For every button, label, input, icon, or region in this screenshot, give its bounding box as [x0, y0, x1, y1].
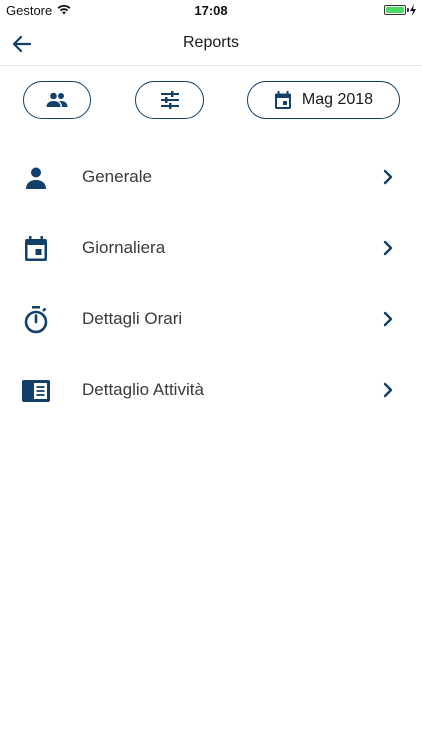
- charging-bolt-icon: [410, 4, 416, 16]
- people-icon: [46, 92, 68, 107]
- report-item-label: Dettagli Orari: [82, 309, 183, 328]
- report-item-label: Giornaliera: [82, 238, 166, 257]
- chevron-right-icon: [383, 169, 393, 185]
- battery-icon: [384, 5, 406, 15]
- person-icon: [21, 164, 51, 192]
- report-item-giornaliera[interactable]: Giornaliera: [0, 213, 422, 284]
- navigation-bar: Reports: [0, 22, 422, 66]
- clock: 17:08: [194, 3, 228, 18]
- chevron-right-icon: [383, 240, 393, 256]
- sliders-icon: [160, 91, 179, 109]
- date-picker-button[interactable]: Mag 2018: [247, 81, 400, 119]
- battery-level: [386, 7, 404, 13]
- report-list: Generale Giornaliera Dettagli Orari Dett…: [0, 142, 422, 426]
- report-item-generale[interactable]: Generale: [0, 142, 422, 213]
- report-item-label: Dettaglio Attività: [82, 380, 204, 399]
- date-label: Mag 2018: [301, 91, 374, 108]
- chevron-right-icon: [383, 382, 393, 398]
- page-title: Reports: [182, 34, 240, 51]
- report-item-dettagli-orari[interactable]: Dettagli Orari: [0, 284, 422, 355]
- status-bar: Gestore 17:08: [0, 0, 422, 22]
- stopwatch-icon: [21, 306, 51, 334]
- report-item-label: Generale: [82, 167, 152, 186]
- document-list-icon: [21, 377, 51, 405]
- settings-filter-button[interactable]: [135, 81, 204, 119]
- chevron-right-icon: [383, 311, 393, 327]
- calendar-icon: [274, 90, 291, 109]
- users-filter-button[interactable]: [23, 81, 91, 119]
- calendar-icon: [21, 235, 51, 263]
- report-item-dettaglio-attivita[interactable]: Dettaglio Attività: [0, 355, 422, 426]
